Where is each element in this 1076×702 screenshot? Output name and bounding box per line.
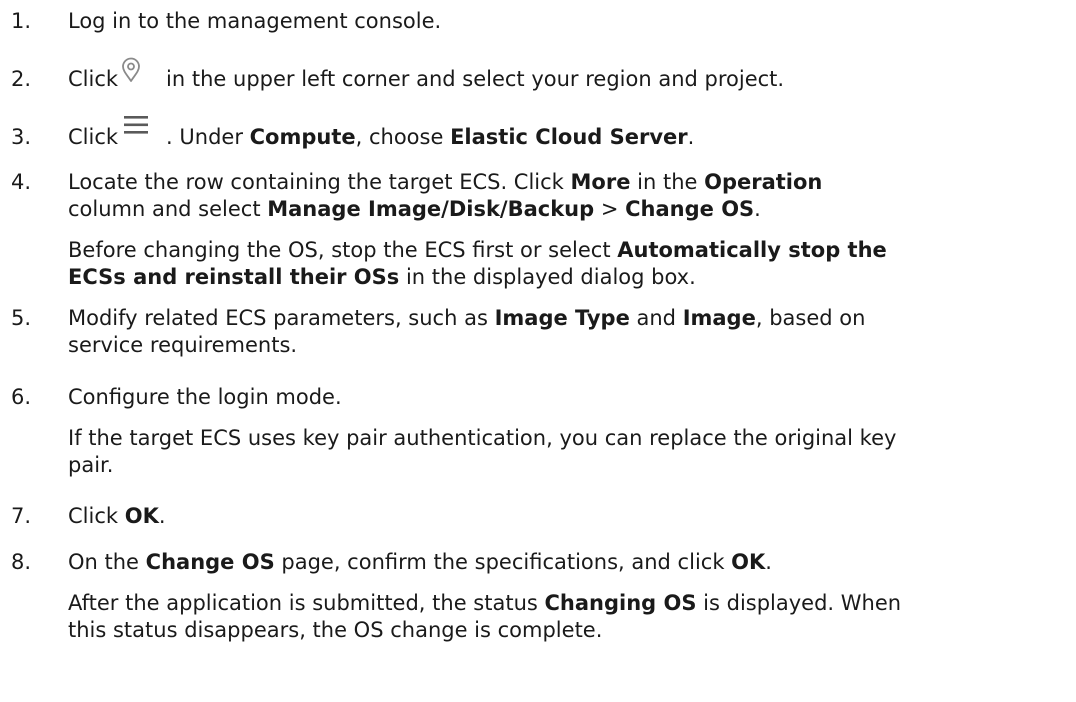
step-text-line-1: Locate the row containing the target ECS… [68, 170, 823, 194]
step-text: Configure the login mode. [68, 385, 342, 409]
step-number: 7. [11, 504, 32, 528]
step-text: Click in the upper left corner and select… [68, 57, 1056, 93]
step-number: 4. [11, 170, 32, 194]
step-number: 3. [11, 125, 32, 149]
step-text-line-1: Modify related ECS parameters, such as I… [68, 306, 866, 330]
step-note-line-1: Before changing the OS, stop the ECS fir… [68, 238, 887, 262]
step-note-line-2: pair. [68, 453, 114, 477]
step-note-line-2: ECSs and reinstall their OSs in the disp… [68, 265, 696, 289]
step-note-line-2: this status disappears, the OS change is… [68, 618, 603, 642]
step-text: Log in to the management console. [68, 9, 442, 33]
step-text: On the Change OS page, confirm the speci… [68, 550, 772, 574]
step-text: Click. Under Compute, choose Elastic Clo… [68, 116, 1056, 151]
step-number: 2. [11, 67, 32, 91]
step-text: Click OK. [68, 504, 166, 528]
step-note-line-1: If the target ECS uses key pair authenti… [68, 426, 897, 450]
location-pin-icon [118, 57, 166, 93]
step-number: 8. [11, 550, 32, 574]
step-number: 1. [11, 9, 32, 33]
step-number: 5. [11, 306, 32, 330]
step-number: 6. [11, 385, 32, 409]
step-text-line-2: service requirements. [68, 333, 298, 357]
step-note-line-1: After the application is submitted, the … [68, 591, 902, 615]
hamburger-menu-icon [118, 116, 166, 151]
step-text-line-2: column and select Manage Image/Disk/Back… [68, 197, 761, 221]
